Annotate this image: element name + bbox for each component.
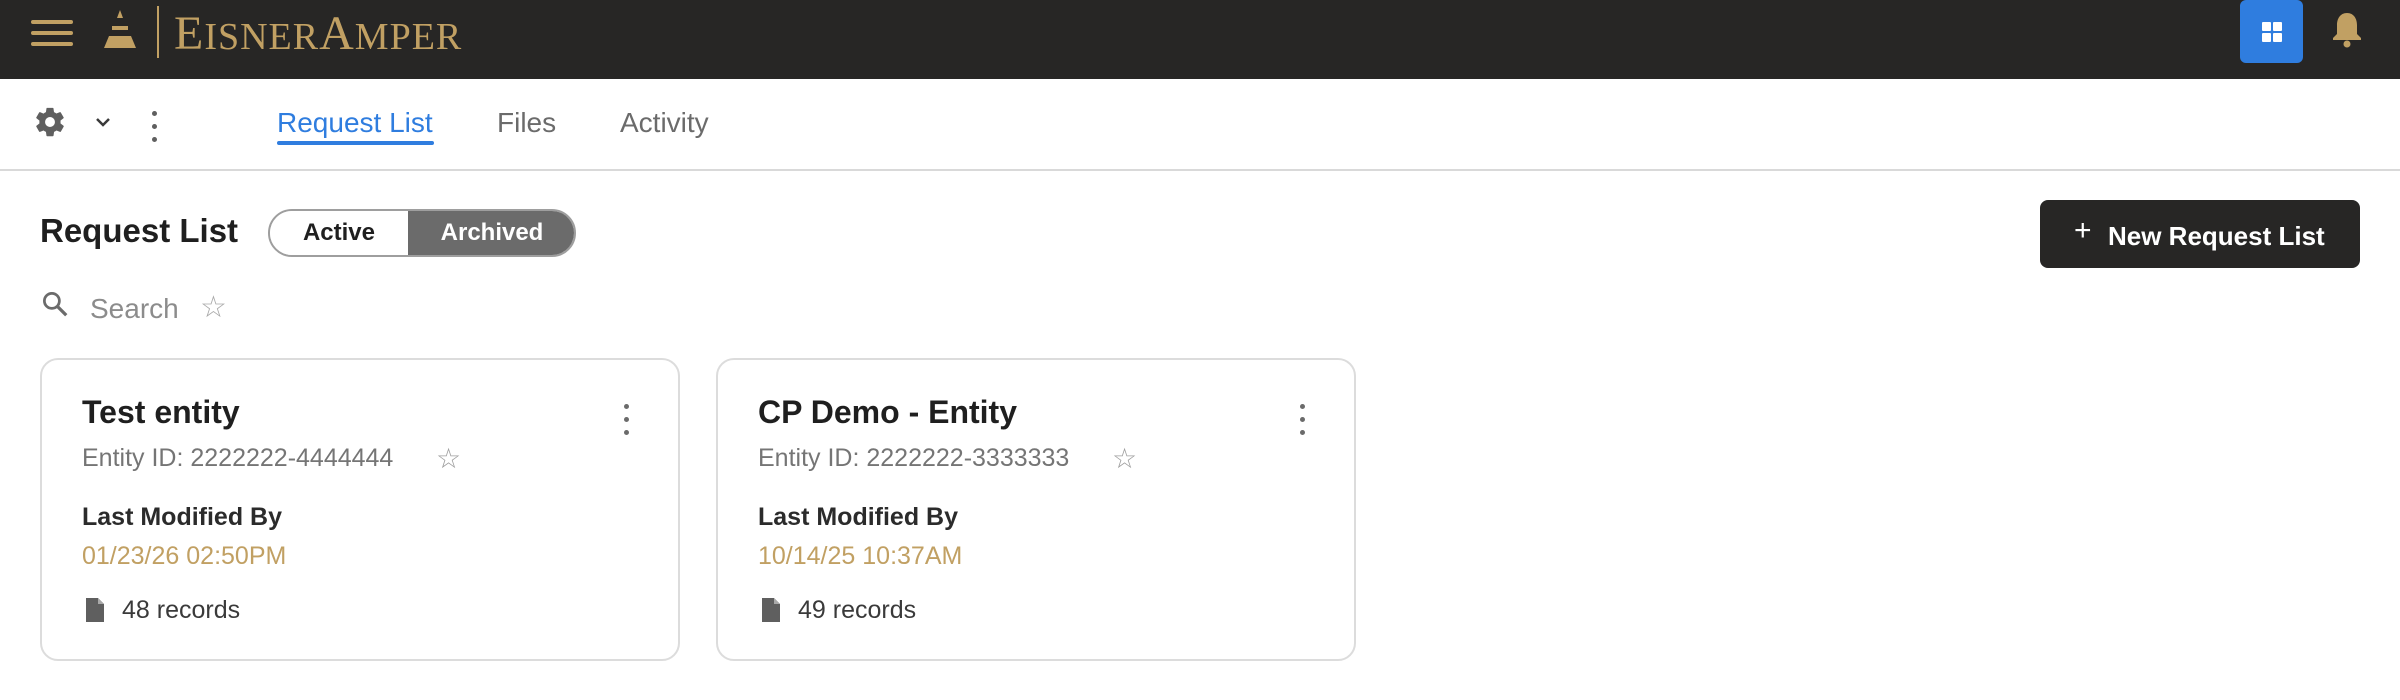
grid-icon [2262,22,2282,42]
filter-archived-option[interactable]: Archived [408,211,574,255]
logo-divider [157,6,159,58]
gear-icon[interactable] [33,105,67,139]
more-options-icon[interactable] [148,109,162,145]
card-favorite-star-icon[interactable]: ☆ [1112,442,1137,475]
favorites-filter-star-icon[interactable]: ☆ [200,290,227,325]
new-request-list-label: New Request List [2108,221,2325,251]
tab-activity[interactable]: Activity [620,107,709,139]
page-title: Request List [40,212,239,249]
card-last-modified-date: 10/14/25 10:37AM [758,542,963,570]
tab-request-list[interactable]: Request List [277,107,433,139]
tab-files[interactable]: Files [497,107,556,139]
search-input[interactable] [90,287,190,331]
secondary-toolbar: Request List Files Activity [0,79,2400,171]
plus-icon: + [2074,214,2092,247]
card-more-options-icon[interactable] [1296,402,1310,438]
card-last-modified-label: Last Modified By [82,503,283,531]
card-entity-id: Entity ID: 2222222-3333333 [758,444,1070,472]
card-records-count: 48 records [122,596,241,624]
active-archived-toggle: Active Archived [268,209,576,257]
eisneramper-logo-text: EISNERAMPER [174,7,463,60]
card-last-modified-date: 01/23/26 02:50PM [82,542,287,570]
card-last-modified-label: Last Modified By [758,503,959,531]
eisneramper-logo-mark [104,10,136,48]
card-title: Test entity [82,394,240,430]
hamburger-menu-icon[interactable] [31,18,73,48]
search-icon[interactable] [40,289,70,319]
card-entity-id: Entity ID: 2222222-4444444 [82,444,394,472]
document-icon [762,598,780,622]
new-request-list-button[interactable]: + New Request List [2040,200,2360,268]
filter-active-option[interactable]: Active [270,211,408,255]
bell-icon[interactable] [2330,10,2364,48]
chevron-down-icon[interactable] [94,115,112,129]
active-tab-indicator [277,141,434,145]
card-favorite-star-icon[interactable]: ☆ [436,442,461,475]
app-header: EISNERAMPER [0,0,2400,79]
request-list-card[interactable]: Test entity Entity ID: 2222222-4444444 ☆… [40,358,680,661]
card-title: CP Demo - Entity [758,394,1017,430]
apps-grid-button[interactable] [2240,0,2303,63]
document-icon [86,598,104,622]
card-more-options-icon[interactable] [620,402,634,438]
card-records-count: 49 records [798,596,917,624]
request-list-card[interactable]: CP Demo - Entity Entity ID: 2222222-3333… [716,358,1356,661]
